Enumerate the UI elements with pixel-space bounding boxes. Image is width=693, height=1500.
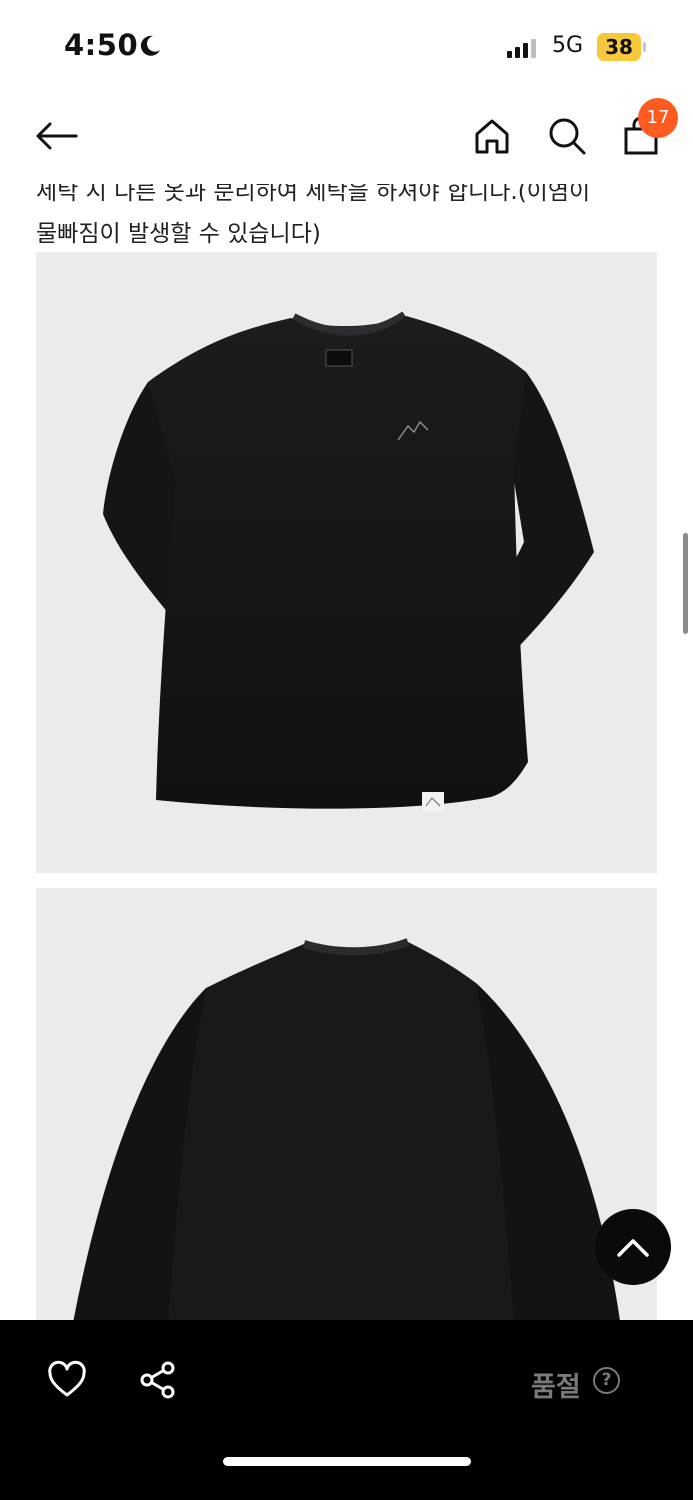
home-icon xyxy=(475,119,509,154)
product-detail-content[interactable]: 세탁 시 다른 옷과 분리하여 세탁을 하셔야 합니다.(이염이 물빠짐이 발생… xyxy=(0,170,693,1320)
top-nav xyxy=(0,92,693,182)
battery-indicator: 38 xyxy=(597,33,641,61)
signal-icon xyxy=(507,39,536,58)
status-time: 4:50 xyxy=(64,28,139,62)
home-button[interactable] xyxy=(468,112,516,160)
back-button[interactable] xyxy=(32,112,80,160)
product-image-back xyxy=(36,888,657,1320)
moon-icon xyxy=(140,35,160,56)
share-icon[interactable] xyxy=(138,1360,178,1400)
chevron-up-icon xyxy=(617,1239,649,1257)
product-image-front xyxy=(36,252,657,873)
scrollbar[interactable] xyxy=(683,533,688,634)
help-icon[interactable]: ? xyxy=(593,1367,620,1394)
search-icon xyxy=(549,118,586,155)
sold-out-label: 품절 xyxy=(531,1372,581,1403)
home-indicator xyxy=(223,1457,471,1466)
shirt-back-graphic xyxy=(73,938,620,1320)
network-label: 5G xyxy=(552,33,584,58)
shirt-front-graphic xyxy=(103,311,594,812)
battery-tip xyxy=(643,42,646,52)
search-button[interactable] xyxy=(543,112,591,160)
bottom-action-bar: 품절 ? xyxy=(0,1320,693,1500)
status-bar: 4:50 5G 38 xyxy=(0,0,693,92)
scroll-to-top-button[interactable] xyxy=(595,1209,671,1285)
back-arrow-icon xyxy=(36,122,78,150)
cart-count-badge: 17 xyxy=(638,98,678,138)
heart-icon[interactable] xyxy=(47,1360,87,1400)
description-text: 물빠짐이 발생할 수 있습니다) xyxy=(36,221,321,247)
